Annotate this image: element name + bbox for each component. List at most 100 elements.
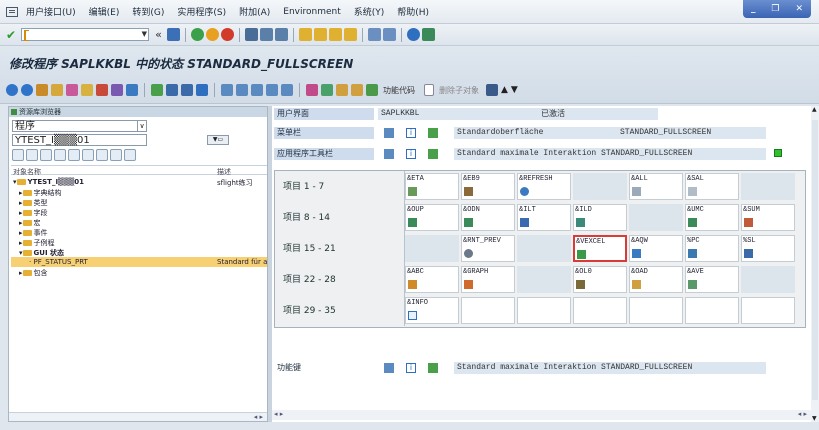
info-icon[interactable] <box>196 84 208 96</box>
item-cell[interactable]: &RNT_PREV <box>461 235 515 262</box>
triangle-down-icon[interactable]: ▼ <box>511 85 518 95</box>
close-button[interactable]: ✕ <box>795 4 803 14</box>
menu-item-utilities[interactable]: 实用程序(S) <box>177 5 226 18</box>
menu-painter-icon[interactable] <box>306 84 318 96</box>
display-object-button[interactable]: ▼▭ <box>207 135 229 145</box>
scroll-right-icon[interactable]: ◂ ▸ <box>798 410 807 418</box>
expand-arrow-icon[interactable]: ▾ <box>19 249 23 257</box>
item-cell[interactable]: %SL <box>741 235 795 262</box>
tree-node-dictionary-structures[interactable]: ▸ 字典结构 <box>11 187 267 197</box>
item-cell-empty[interactable] <box>461 297 515 324</box>
collapse-icon[interactable] <box>54 149 66 161</box>
menu-item-help[interactable]: 帮助(H) <box>397 5 429 18</box>
expand-arrow-icon[interactable]: ▾ <box>13 178 17 186</box>
expand-arrow-icon[interactable]: ▸ <box>19 209 23 217</box>
scroll-up-icon[interactable]: ▲ <box>812 106 817 113</box>
delete-subobject-button[interactable]: 删除子对象 <box>439 85 479 96</box>
expand-arrow-icon[interactable]: ▸ <box>19 269 23 277</box>
display-change-icon[interactable] <box>51 84 63 96</box>
tree-node-program[interactable]: ▾ YTEST_I▒▒▒01 sflight练习 <box>11 177 267 187</box>
chevron-down-icon[interactable]: ▼ <box>142 30 147 38</box>
item-cell-empty[interactable] <box>629 297 683 324</box>
item-cell-empty[interactable] <box>517 235 571 262</box>
shortcut-icon[interactable] <box>383 28 397 41</box>
scrollbar-thumb[interactable] <box>812 120 818 400</box>
back-arrow-icon[interactable] <box>12 149 24 161</box>
cut-icon[interactable] <box>221 84 233 96</box>
item-cell[interactable]: &SUM <box>741 204 795 231</box>
cancel-icon[interactable] <box>221 28 235 41</box>
function-code-button[interactable]: 功能代码 <box>383 85 415 96</box>
find-icon[interactable] <box>260 28 274 41</box>
item-cell[interactable]: &AQW <box>629 235 683 262</box>
forward-arrow-icon[interactable] <box>26 149 38 161</box>
tree-node-types[interactable]: ▸ 类型 <box>11 197 267 207</box>
tree-node-fields[interactable]: ▸ 字段 <box>11 207 267 217</box>
forward-arrow-icon[interactable] <box>21 84 33 96</box>
item-cell[interactable]: &EB9 <box>461 173 515 200</box>
item-cell[interactable]: &ODN <box>461 204 515 231</box>
sap-menu-icon[interactable] <box>6 6 18 17</box>
item-cell[interactable]: &UMC <box>685 204 739 231</box>
expand-arrow-icon[interactable]: ▸ <box>19 239 23 247</box>
item-cell[interactable]: &SAL <box>685 173 739 200</box>
document-icon[interactable] <box>424 84 434 96</box>
item-cell-empty[interactable] <box>405 235 459 262</box>
item-cell-vexcel[interactable]: &VEXCEL <box>573 235 627 262</box>
item-cell[interactable]: &OUP <box>405 204 459 231</box>
expand-arrow-icon[interactable]: ▸ <box>19 189 23 197</box>
active-inactive-icon[interactable] <box>66 84 78 96</box>
vertical-scrollbar[interactable]: ▲ ▼ <box>811 106 819 422</box>
layout-icon[interactable] <box>422 28 436 41</box>
horizontal-scrollbar[interactable]: ◂ ▸ <box>9 412 267 421</box>
item-cell[interactable]: &INFO <box>405 297 459 324</box>
previous-page-icon[interactable] <box>314 28 328 41</box>
exit-icon[interactable] <box>206 28 220 41</box>
first-page-icon[interactable] <box>299 28 313 41</box>
hierarchy-icon[interactable] <box>428 363 438 373</box>
object-name-input[interactable]: YTEST_I▒▒▒01 <box>12 134 147 146</box>
insert-icon[interactable] <box>336 84 348 96</box>
find-icon[interactable] <box>82 149 94 161</box>
item-cell-empty[interactable] <box>741 297 795 324</box>
item-cell[interactable]: &ILD <box>573 204 627 231</box>
collapse-icon[interactable] <box>384 149 394 159</box>
command-field[interactable]: ▼ <box>21 28 150 41</box>
activate-icon[interactable] <box>96 84 108 96</box>
help-icon[interactable] <box>407 28 421 41</box>
list-icon[interactable] <box>166 84 178 96</box>
create-menu-icon[interactable] <box>321 84 333 96</box>
expand-arrow-icon[interactable]: ▸ <box>19 199 23 207</box>
chevron-down-icon[interactable]: ∨ <box>137 121 146 131</box>
print-icon[interactable] <box>245 28 259 41</box>
other-object-icon[interactable] <box>36 84 48 96</box>
info-icon[interactable]: i <box>406 128 416 138</box>
hierarchy-icon[interactable] <box>151 84 163 96</box>
item-cell[interactable]: &OAD <box>629 266 683 293</box>
maximize-button[interactable]: ❐ <box>771 4 779 14</box>
menu-item-goto[interactable]: 转到(G) <box>132 5 164 18</box>
item-cell[interactable]: &ALL <box>629 173 683 200</box>
scroll-left-icon[interactable]: ◂ ▸ <box>274 410 283 418</box>
tree-node-events[interactable]: ▸ 事件 <box>11 227 267 237</box>
back-icon[interactable] <box>191 28 205 41</box>
where-used-icon[interactable] <box>126 84 138 96</box>
item-cell[interactable]: %PC <box>685 235 739 262</box>
item-cell-empty[interactable] <box>517 297 571 324</box>
menu-item-environment[interactable]: Environment <box>283 7 340 17</box>
minimize-button[interactable]: _ <box>751 4 756 14</box>
paste-icon[interactable] <box>251 84 263 96</box>
horizontal-scrollbar[interactable]: ◂ ▸ ◂ ▸ <box>272 410 811 420</box>
last-page-icon[interactable] <box>344 28 358 41</box>
back-arrow-icon[interactable] <box>6 84 18 96</box>
tree-node-pf-status-prt[interactable]: · PF_STATUS_PRT Standard für all <box>11 257 267 267</box>
object-type-select[interactable]: 程序 ∨ <box>12 120 147 132</box>
table-icon[interactable] <box>181 84 193 96</box>
triangle-up-icon[interactable]: ▲ <box>501 85 508 95</box>
favorites-icon[interactable] <box>110 149 122 161</box>
menu-item-user-interface[interactable]: 用户接口(U) <box>26 5 76 18</box>
expand-arrow-icon[interactable]: ▸ <box>19 219 23 227</box>
item-cell[interactable]: &OL0 <box>573 266 627 293</box>
enter-icon[interactable]: ✔ <box>6 28 16 42</box>
printer-icon[interactable] <box>486 84 498 96</box>
